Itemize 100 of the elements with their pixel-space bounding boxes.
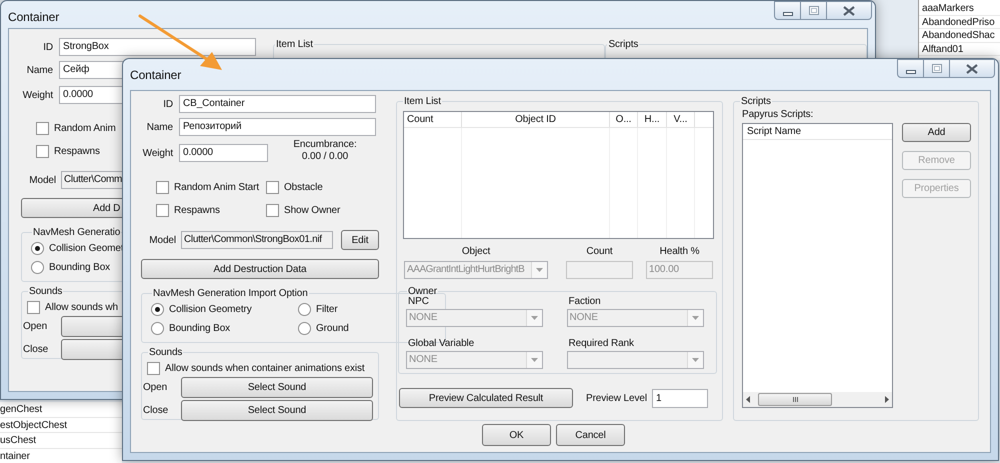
dialog-button[interactable]: OK bbox=[482, 424, 551, 446]
radio-button[interactable] bbox=[151, 322, 164, 334]
checkbox-label: Obstacle bbox=[284, 180, 323, 194]
minimize-icon bbox=[782, 12, 792, 16]
dialog-button[interactable]: Cancel bbox=[556, 424, 625, 446]
checkbox-label: Allow sounds when container animations exist bbox=[165, 362, 365, 376]
column-header[interactable]: Count bbox=[404, 112, 462, 127]
field-label: Faction bbox=[568, 296, 601, 308]
column-header[interactable]: O... bbox=[610, 112, 638, 127]
scrollbar-thumb[interactable] bbox=[758, 393, 832, 406]
edit-button[interactable]: Edit bbox=[341, 230, 379, 250]
field-label: Name bbox=[26, 64, 53, 78]
field-label: ID bbox=[162, 98, 173, 112]
text-field[interactable]: Репозиторий bbox=[179, 118, 376, 136]
checkbox[interactable] bbox=[156, 180, 169, 194]
field-label: Weight bbox=[22, 88, 53, 102]
text-field[interactable]: Clutter\Common\StrongBox01.nif bbox=[181, 231, 333, 249]
field-label: Global Variable bbox=[407, 338, 474, 350]
radio-button[interactable] bbox=[31, 260, 44, 274]
field-label: Weight bbox=[142, 146, 173, 160]
radio-label: Bounding Box bbox=[49, 260, 110, 274]
field-label: Count bbox=[585, 245, 614, 259]
close-button[interactable] bbox=[827, 1, 872, 20]
group-title: NavMesh Generatio bbox=[32, 226, 122, 239]
dropdown-arrow-icon bbox=[692, 316, 698, 320]
field-label: Close bbox=[143, 404, 170, 418]
list-item[interactable]: Alftand01 bbox=[919, 42, 1000, 56]
radio-button[interactable] bbox=[298, 322, 311, 334]
group-title: Scripts bbox=[607, 38, 640, 51]
checkbox[interactable] bbox=[266, 204, 279, 216]
close-icon bbox=[843, 6, 855, 16]
section-label: Papyrus Scripts: bbox=[742, 108, 814, 121]
select-sound-button[interactable]: Select Sound bbox=[181, 400, 373, 421]
radio-label: Bounding Box bbox=[169, 322, 230, 336]
radio-button[interactable] bbox=[151, 302, 164, 316]
scroll-right-icon[interactable] bbox=[885, 396, 889, 403]
radio-label: Ground bbox=[316, 322, 349, 336]
dropdown-arrow-icon bbox=[531, 316, 538, 320]
list-item[interactable]: AbandonedShac bbox=[919, 29, 1000, 42]
dropdown-arrow-icon bbox=[536, 268, 543, 272]
checkbox-label: Show Owner bbox=[284, 204, 340, 218]
field-label: Preview Level bbox=[586, 392, 647, 406]
checkbox-label: Random Anim Start bbox=[174, 180, 260, 194]
column-header[interactable]: Object ID bbox=[462, 112, 610, 127]
encumbrance-value: 0.00 / 0.00 bbox=[302, 151, 348, 163]
window-title: Container bbox=[130, 67, 182, 84]
checkbox[interactable] bbox=[266, 180, 279, 194]
minimize-button[interactable] bbox=[897, 59, 924, 78]
radio-label: Filter bbox=[316, 302, 338, 316]
maximize-button[interactable] bbox=[801, 1, 827, 20]
group-title: Item List bbox=[275, 38, 314, 51]
checkbox[interactable] bbox=[36, 122, 49, 134]
group-title: Sounds bbox=[148, 346, 184, 359]
checkbox-label: Respawns bbox=[174, 204, 220, 218]
column-header[interactable]: V... bbox=[667, 112, 695, 127]
field-label: Model bbox=[148, 234, 176, 248]
field-label: Close bbox=[23, 343, 50, 357]
column-header[interactable]: H... bbox=[638, 112, 667, 127]
scroll-left-icon[interactable] bbox=[746, 396, 750, 403]
maximize-button[interactable] bbox=[924, 59, 950, 78]
checkbox-label: Random Anim bbox=[54, 122, 116, 136]
maximize-icon bbox=[808, 6, 818, 15]
list-item[interactable]: aaaMarkers bbox=[919, 2, 1000, 16]
group-title: Scripts bbox=[740, 95, 772, 108]
checkbox[interactable] bbox=[27, 300, 40, 314]
checkbox[interactable] bbox=[147, 362, 160, 374]
field-label: Name bbox=[146, 120, 173, 134]
field-label: NPC bbox=[407, 296, 429, 308]
text-field[interactable]: CB_Container bbox=[179, 95, 376, 113]
select-sound-button[interactable]: Select Sound bbox=[181, 377, 373, 398]
close-icon bbox=[966, 64, 978, 74]
minimize-button[interactable] bbox=[774, 1, 801, 20]
script-button[interactable]: Add bbox=[902, 123, 971, 142]
window-title: Container bbox=[8, 9, 60, 26]
column-header[interactable]: Script Name bbox=[743, 124, 892, 140]
encumbrance-label: Encumbrance: bbox=[293, 139, 357, 151]
field-label: Model bbox=[28, 174, 56, 188]
close-button[interactable] bbox=[950, 59, 995, 78]
group-title: Sounds bbox=[28, 285, 64, 298]
maximize-icon bbox=[932, 64, 942, 73]
text-field[interactable]: 0.0000 bbox=[179, 144, 268, 162]
preview-calculated-result-button[interactable]: Preview Calculated Result bbox=[399, 388, 573, 408]
add-destruction-data-button[interactable]: Add Destruction Data bbox=[141, 259, 379, 279]
group-title: Owner bbox=[407, 285, 438, 297]
checkbox-label: Allow sounds wh bbox=[45, 300, 118, 314]
radio-button[interactable] bbox=[298, 302, 311, 316]
minimize-icon bbox=[906, 70, 916, 74]
checkbox[interactable] bbox=[156, 204, 169, 216]
field-label: Open bbox=[143, 381, 168, 395]
field-label: Open bbox=[23, 320, 48, 334]
text-field[interactable]: StrongBox bbox=[59, 38, 256, 56]
field-label: ID bbox=[42, 40, 53, 54]
list-item[interactable]: AbandonedPriso bbox=[919, 16, 1000, 29]
field-label: Object bbox=[460, 245, 492, 259]
radio-button[interactable] bbox=[31, 242, 44, 254]
text-field[interactable]: 1 bbox=[652, 388, 708, 408]
group-title: NavMesh Generation Import Option bbox=[152, 287, 309, 300]
dropdown-arrow-icon bbox=[531, 358, 538, 362]
group-title: Item List bbox=[403, 95, 442, 108]
checkbox[interactable] bbox=[36, 144, 49, 158]
